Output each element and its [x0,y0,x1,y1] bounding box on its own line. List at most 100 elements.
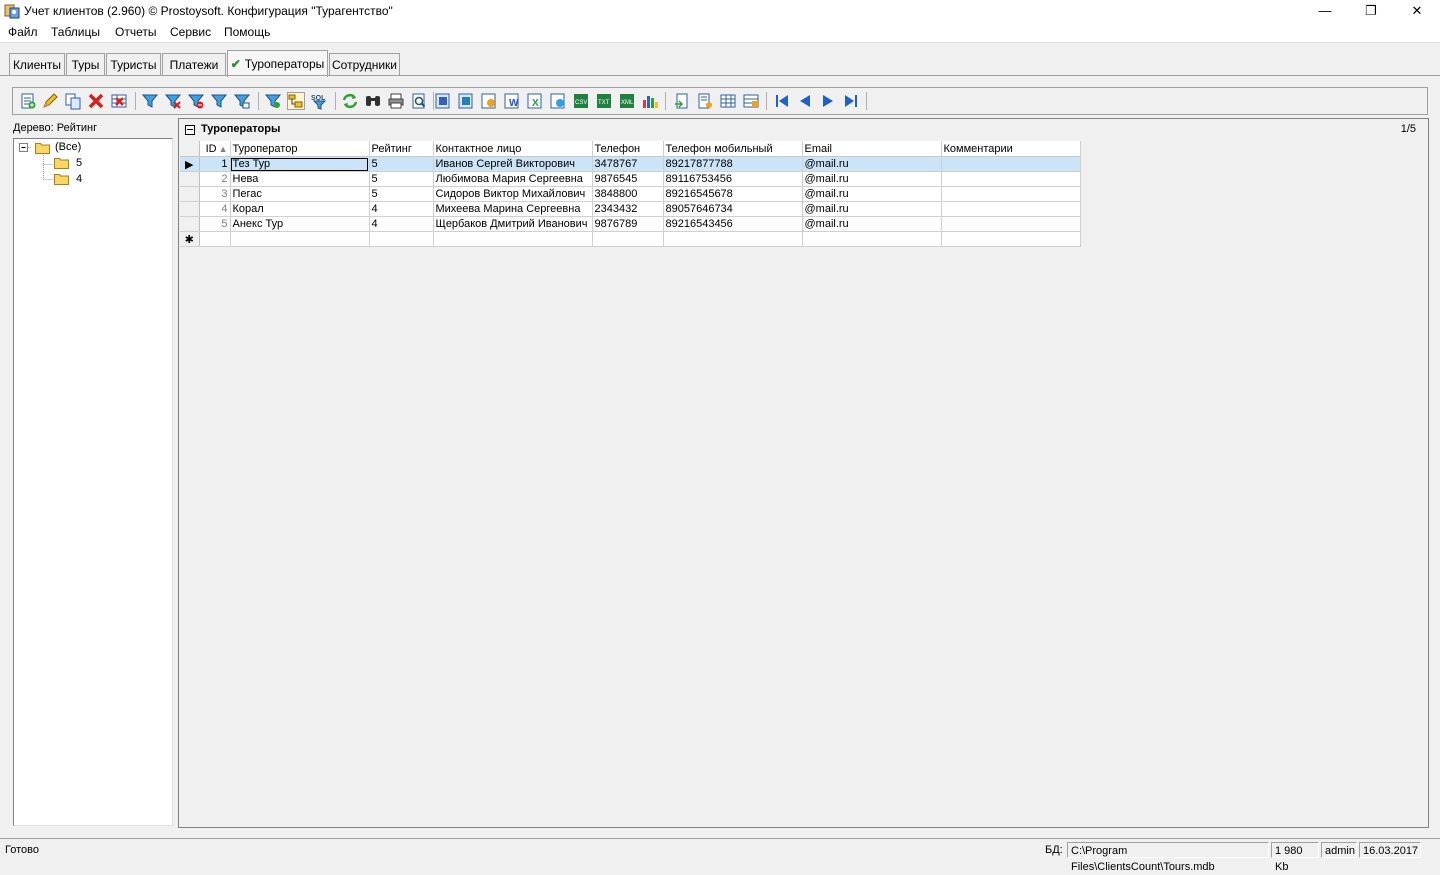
new-cell-mobile[interactable] [663,231,803,247]
next-record-icon[interactable] [819,92,837,110]
column-header-mobile[interactable]: Телефон мобильный [663,141,803,157]
new-cell-touroperator[interactable] [230,231,370,247]
cell-id[interactable]: 1 [199,156,231,172]
export-html-icon[interactable] [480,92,498,110]
cell-id[interactable]: 2 [199,171,231,187]
cell-contact[interactable]: Щербаков Дмитрий Иванович [433,216,593,232]
cell-phone[interactable]: 3848800 [592,186,664,202]
cell-rating[interactable]: 5 [369,186,434,202]
table-row[interactable]: 3 Пегас 5 Сидоров Виктор Михайлович 3848800 8… [180,186,1081,202]
collapse-icon[interactable] [185,125,195,135]
table-row[interactable]: 2 Нева 5 Любимова Мария Сергеевна 9876545 891… [180,171,1081,187]
row-indicator[interactable] [180,171,200,187]
export-csv-icon[interactable]: W [503,92,521,110]
cell-rating[interactable]: 4 [369,201,434,217]
tab-clients[interactable]: Клиенты [9,53,65,76]
menu-file[interactable]: Файл [8,25,38,39]
cell-email[interactable]: @mail.ru [802,156,942,172]
cell-comments[interactable] [941,201,1081,217]
maximize-button[interactable]: ❐ [1348,0,1394,22]
copy-icon[interactable] [64,92,82,110]
filter-icon[interactable] [141,92,159,110]
column-header-touroperator[interactable]: Туроператор [230,141,370,157]
cell-email[interactable]: @mail.ru [802,216,942,232]
menu-reports[interactable]: Отчеты [115,25,156,39]
export-txt-icon[interactable] [549,92,567,110]
cell-touroperator[interactable]: Нева [230,171,370,187]
first-record-icon[interactable] [773,92,791,110]
close-button[interactable]: ✕ [1394,0,1440,22]
cell-email[interactable]: @mail.ru [802,201,942,217]
row-indicator[interactable] [180,186,200,202]
tab-touroperators[interactable]: ✔ Туроператоры [227,50,328,77]
filter-remove-icon[interactable] [164,92,182,110]
new-cell-id[interactable] [199,231,231,247]
export-word-icon[interactable] [434,92,452,110]
export-pdf-icon[interactable]: TXT [595,92,613,110]
tab-payments[interactable]: Платежи [162,53,226,76]
column-header-rating[interactable]: Рейтинг [369,141,434,157]
column-header-comments[interactable]: Комментарии [941,141,1081,157]
new-cell-email[interactable] [802,231,942,247]
import-excel-icon[interactable] [696,92,714,110]
delete-all-icon[interactable] [110,92,128,110]
filter-clear-icon[interactable] [187,92,205,110]
cell-touroperator[interactable]: Тез Тур [230,156,370,172]
cell-comments[interactable] [941,216,1081,232]
tab-tourists[interactable]: Туристы [106,53,161,76]
new-cell-comments[interactable] [941,231,1081,247]
column-header-email[interactable]: Email [802,141,942,157]
row-indicator[interactable] [180,216,200,232]
chart-icon[interactable] [641,92,659,110]
filter-tree-icon[interactable] [264,92,282,110]
export-excel-icon[interactable] [457,92,475,110]
tree-node-all[interactable]: (Все) [55,141,81,153]
cell-phone[interactable]: 9876789 [592,216,664,232]
row-indicator[interactable] [180,201,200,217]
tree-view[interactable]: (Все) 5 4 [13,138,173,826]
menu-tables[interactable]: Таблицы [51,25,100,39]
filter-edit-icon[interactable] [233,92,251,110]
tree-node-4[interactable]: 4 [76,173,82,185]
tab-tours[interactable]: Туры [66,53,105,76]
cell-comments[interactable] [941,171,1081,187]
cell-contact[interactable]: Сидоров Виктор Михайлович [433,186,593,202]
table-row[interactable]: 5 Анекс Тур 4 Щербаков Дмитрий Иванович 9876… [180,216,1081,232]
prev-record-icon[interactable] [796,92,814,110]
new-row[interactable]: ✱ [180,231,1081,247]
filter-advanced-icon[interactable] [210,92,228,110]
settings-icon[interactable] [742,92,760,110]
table-row[interactable]: 4 Корал 4 Михеева Марина Сергеевна 2343432 89… [180,201,1081,217]
cell-touroperator[interactable]: Пегас [230,186,370,202]
column-header-id[interactable]: ID ▲ [199,141,231,157]
cell-contact[interactable]: Любимова Мария Сергеевна [433,171,593,187]
cell-rating[interactable]: 4 [369,216,434,232]
cell-touroperator[interactable]: Анекс Тур [230,216,370,232]
new-cell-rating[interactable] [369,231,434,247]
export-rtf-icon[interactable]: XML [618,92,636,110]
refresh-icon[interactable] [341,92,359,110]
cell-rating[interactable]: 5 [369,171,434,187]
cell-id[interactable]: 5 [199,216,231,232]
cell-contact[interactable]: Михеева Марина Сергеевна [433,201,593,217]
new-cell-contact[interactable] [433,231,593,247]
cell-id[interactable]: 4 [199,201,231,217]
cell-id[interactable]: 3 [199,186,231,202]
add-record-icon[interactable] [19,92,37,110]
cell-email[interactable]: @mail.ru [802,186,942,202]
cell-phone[interactable]: 2343432 [592,201,664,217]
find-icon[interactable] [364,92,382,110]
column-header-phone[interactable]: Телефон [592,141,664,157]
new-cell-phone[interactable] [592,231,664,247]
minimize-button[interactable]: — [1302,0,1348,22]
columns-icon[interactable] [719,92,737,110]
column-header-contact[interactable]: Контактное лицо [433,141,593,157]
delete-icon[interactable] [87,92,105,110]
preview-icon[interactable] [410,92,428,110]
cell-rating[interactable]: 5 [369,156,434,172]
table-row[interactable]: ▶ 1 Тез Тур 5 Иванов Сергей Викторович 347876… [180,156,1081,172]
current-row-icon[interactable]: ▶ [180,156,200,172]
cell-mobile[interactable]: 89116753456 [663,171,803,187]
cell-mobile[interactable]: 89057646734 [663,201,803,217]
export-xml-icon[interactable]: X [526,92,544,110]
